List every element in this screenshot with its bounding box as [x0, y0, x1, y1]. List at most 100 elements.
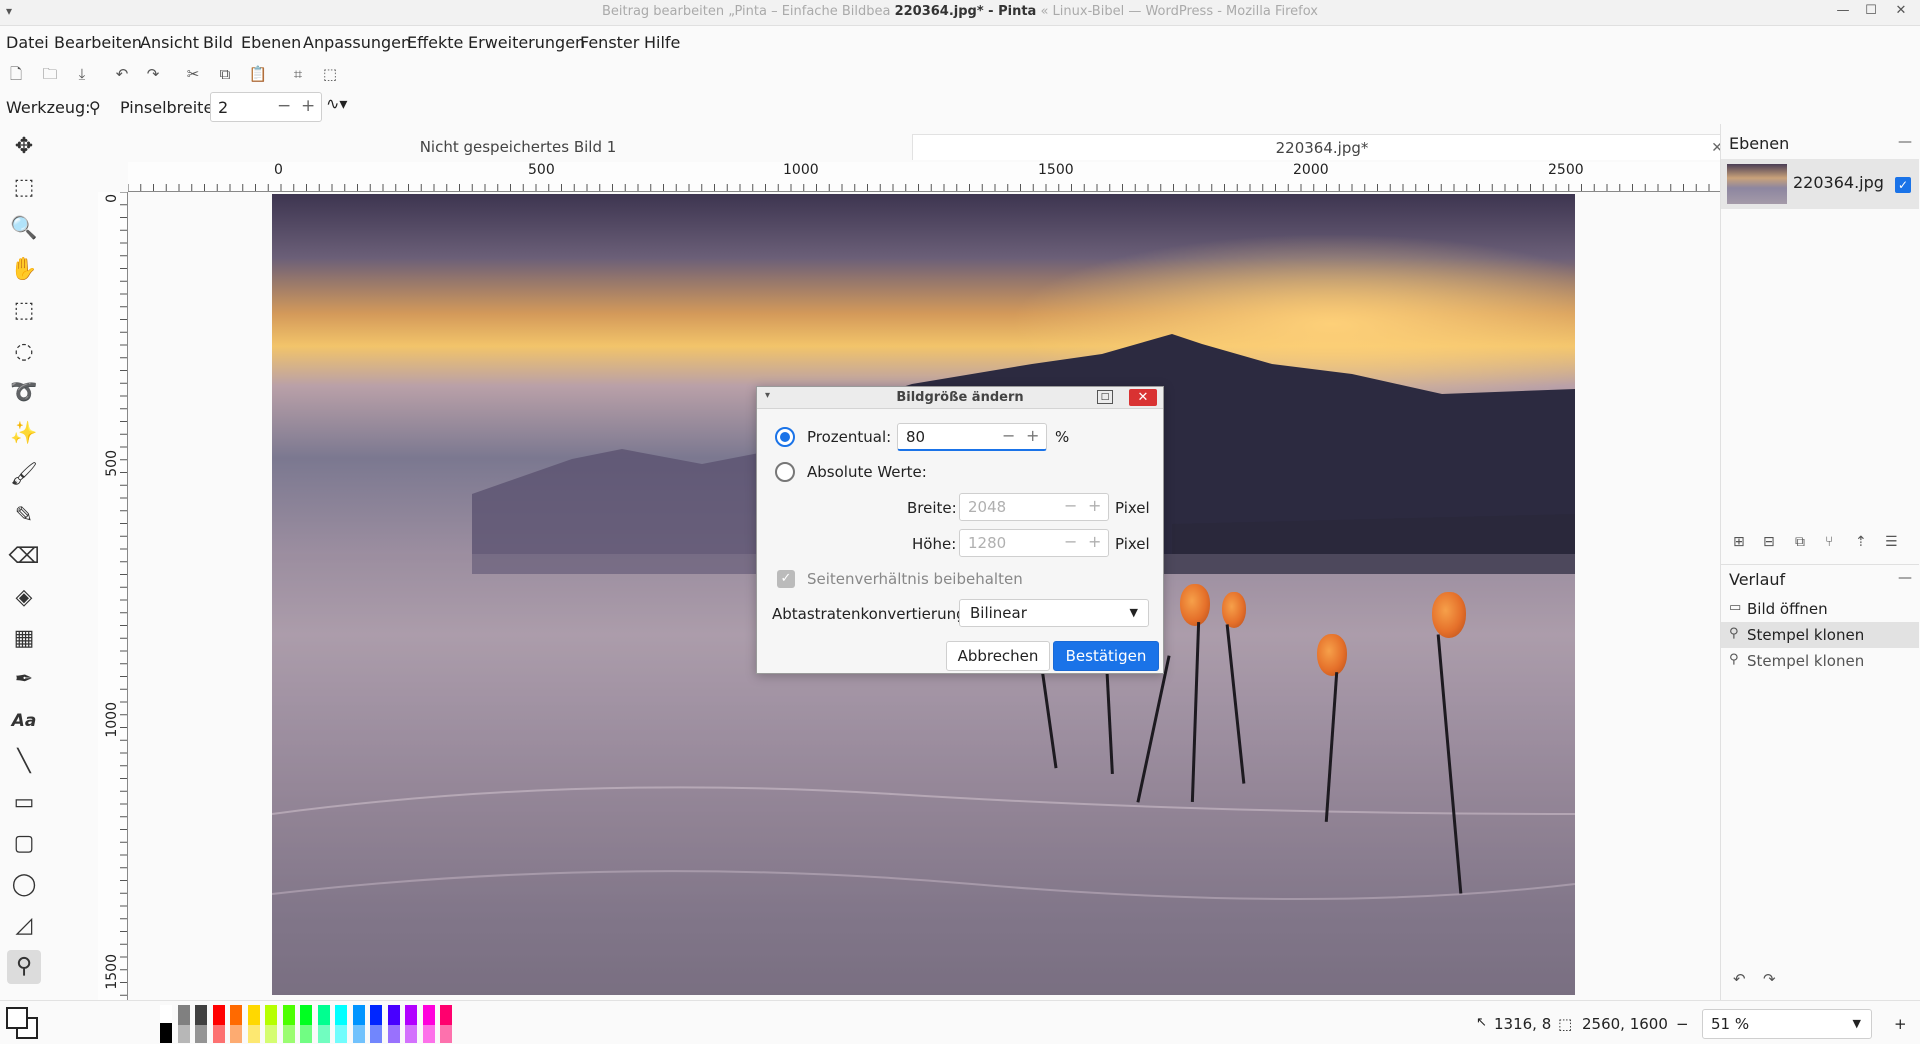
percent-value[interactable]: 80 — [906, 428, 925, 446]
freeform-shape-tool[interactable]: ◿ — [7, 909, 41, 943]
delete-layer-icon[interactable]: ⊟ — [1763, 534, 1775, 550]
pencil-tool[interactable]: ✎ — [7, 499, 41, 533]
palette-swatch[interactable] — [160, 1005, 172, 1025]
brush-width-value[interactable]: 2 — [218, 98, 228, 117]
palette-swatch[interactable] — [440, 1005, 452, 1025]
palette-swatch[interactable] — [370, 1005, 382, 1025]
palette-swatch[interactable] — [247, 1005, 260, 1025]
palette-swatch[interactable] — [247, 1023, 260, 1043]
brush-width-increase[interactable]: + — [301, 96, 315, 116]
ellipse-select-tool[interactable]: ◌ — [7, 335, 41, 369]
menu-fenster[interactable]: Fenster — [580, 33, 639, 52]
palette-swatch[interactable] — [335, 1005, 347, 1025]
paintbrush-tool[interactable]: 🖌 — [7, 458, 41, 492]
tab-220364[interactable]: 220364.jpg* ✕ — [912, 134, 1732, 160]
zoom-in-button[interactable]: + — [1894, 1015, 1907, 1033]
dialog-close-button[interactable]: ✕ — [1129, 389, 1157, 406]
width-decrease[interactable]: − — [1064, 496, 1077, 515]
dialog-menu-icon[interactable]: ▾ — [765, 390, 770, 401]
magic-wand-tool[interactable]: ✨ — [7, 417, 41, 451]
percent-decrease[interactable]: − — [1002, 426, 1015, 445]
absolute-radio[interactable] — [775, 462, 795, 482]
layer-visible-checkbox[interactable]: ✓ — [1895, 177, 1911, 193]
move-selected-tool[interactable]: ✥ — [7, 130, 41, 164]
palette-swatch[interactable] — [352, 1005, 365, 1025]
width-value[interactable]: 2048 — [968, 498, 1006, 516]
menu-bild[interactable]: Bild — [203, 33, 233, 52]
palette-swatch[interactable] — [282, 1023, 295, 1043]
color-picker-tool[interactable]: ✒ — [7, 663, 41, 697]
palette-swatch[interactable] — [335, 1023, 347, 1043]
height-increase[interactable]: + — [1088, 532, 1101, 551]
new-icon[interactable]: 🗋 — [6, 64, 26, 84]
palette-swatch[interactable] — [282, 1005, 295, 1025]
palette-swatch[interactable] — [405, 1005, 417, 1025]
palette-swatch[interactable] — [352, 1023, 365, 1043]
palette-swatch[interactable] — [195, 1023, 207, 1043]
palette-swatch[interactable] — [317, 1005, 330, 1025]
width-spinner[interactable]: 2048 − + — [959, 493, 1109, 521]
layer-properties-icon[interactable]: ☰ — [1885, 534, 1898, 550]
palette-swatch[interactable] — [195, 1005, 207, 1025]
maximize-button[interactable]: ☐ — [1860, 2, 1882, 20]
menu-effekte[interactable]: Effekte — [407, 33, 463, 52]
move-layer-up-icon[interactable]: ⇡ — [1855, 534, 1867, 550]
cancel-button[interactable]: Abbrechen — [946, 641, 1050, 671]
rectangle-select-tool[interactable]: ⬚ — [7, 294, 41, 328]
palette-swatch[interactable] — [300, 1005, 312, 1025]
history-item[interactable]: ▭ Bild öffnen — [1721, 596, 1919, 622]
primary-color-swatch[interactable] — [6, 1007, 28, 1029]
palette-swatch[interactable] — [177, 1005, 190, 1025]
history-redo-icon[interactable]: ↷ — [1763, 970, 1776, 988]
paint-bucket-tool[interactable]: ◈ — [7, 581, 41, 615]
palette-swatch[interactable] — [265, 1005, 277, 1025]
menu-ansicht[interactable]: Ansicht — [140, 33, 199, 52]
paste-icon[interactable]: 📋 — [248, 64, 268, 84]
palette-swatch[interactable] — [160, 1023, 172, 1043]
minimize-button[interactable]: — — [1832, 2, 1854, 20]
history-item[interactable]: ⚲ Stempel klonen — [1721, 622, 1919, 648]
layer-row[interactable]: 220364.jpg ✓ — [1721, 159, 1919, 209]
palette-swatch[interactable] — [422, 1005, 435, 1025]
aspect-checkbox[interactable]: ✓ — [777, 570, 795, 588]
text-tool[interactable]: Aa — [7, 704, 41, 738]
zoom-out-button[interactable]: − — [1676, 1015, 1689, 1033]
menu-hilfe[interactable]: Hilfe — [644, 33, 680, 52]
brush-width-decrease[interactable]: − — [277, 96, 291, 116]
line-tool[interactable]: ╲ — [7, 745, 41, 779]
ellipse-tool[interactable]: ◯ — [7, 868, 41, 902]
height-decrease[interactable]: − — [1064, 532, 1077, 551]
menu-anpassungen[interactable]: Anpassungen — [303, 33, 411, 52]
eraser-tool[interactable]: ⌫ — [7, 540, 41, 574]
tab-unsaved-image[interactable]: Nicht gespeichertes Bild 1 — [368, 134, 668, 160]
add-layer-icon[interactable]: ⊞ — [1733, 534, 1745, 550]
redo-icon[interactable]: ↷ — [143, 64, 163, 84]
antialiasing-dropdown[interactable]: ∿▾ — [326, 94, 358, 120]
rectangle-tool[interactable]: ▭ — [7, 786, 41, 820]
palette-swatch[interactable] — [230, 1005, 242, 1025]
deselect-icon[interactable]: ⬚ — [320, 64, 340, 84]
move-selection-tool[interactable]: ⬚ — [7, 171, 41, 205]
palette-swatch[interactable] — [230, 1023, 242, 1043]
close-window-button[interactable]: ✕ — [1890, 2, 1912, 20]
crop-icon[interactable]: ⌗ — [288, 64, 308, 84]
palette-swatch[interactable] — [440, 1023, 452, 1043]
percent-radio[interactable] — [775, 427, 795, 447]
rounded-rectangle-tool[interactable]: ▢ — [7, 827, 41, 861]
cut-icon[interactable]: ✂ — [183, 64, 203, 84]
merge-layer-icon[interactable]: ⑂ — [1825, 534, 1833, 550]
palette-swatch[interactable] — [300, 1023, 312, 1043]
menu-erweiterungen[interactable]: Erweiterungen — [468, 33, 585, 52]
palette-swatch[interactable] — [177, 1023, 190, 1043]
height-value[interactable]: 1280 — [968, 534, 1006, 552]
lasso-select-tool[interactable]: ➰ — [7, 376, 41, 410]
undo-icon[interactable]: ↶ — [112, 64, 132, 84]
duplicate-layer-icon[interactable]: ⧉ — [1795, 534, 1805, 550]
menu-datei[interactable]: Datei — [6, 33, 49, 52]
menu-bearbeiten[interactable]: Bearbeiten — [54, 33, 142, 52]
palette-swatch[interactable] — [212, 1023, 225, 1043]
copy-icon[interactable]: ⧉ — [215, 64, 235, 84]
confirm-button[interactable]: Bestätigen — [1053, 641, 1159, 671]
palette-swatch[interactable] — [370, 1023, 382, 1043]
gradient-tool[interactable]: ▦ — [7, 622, 41, 656]
